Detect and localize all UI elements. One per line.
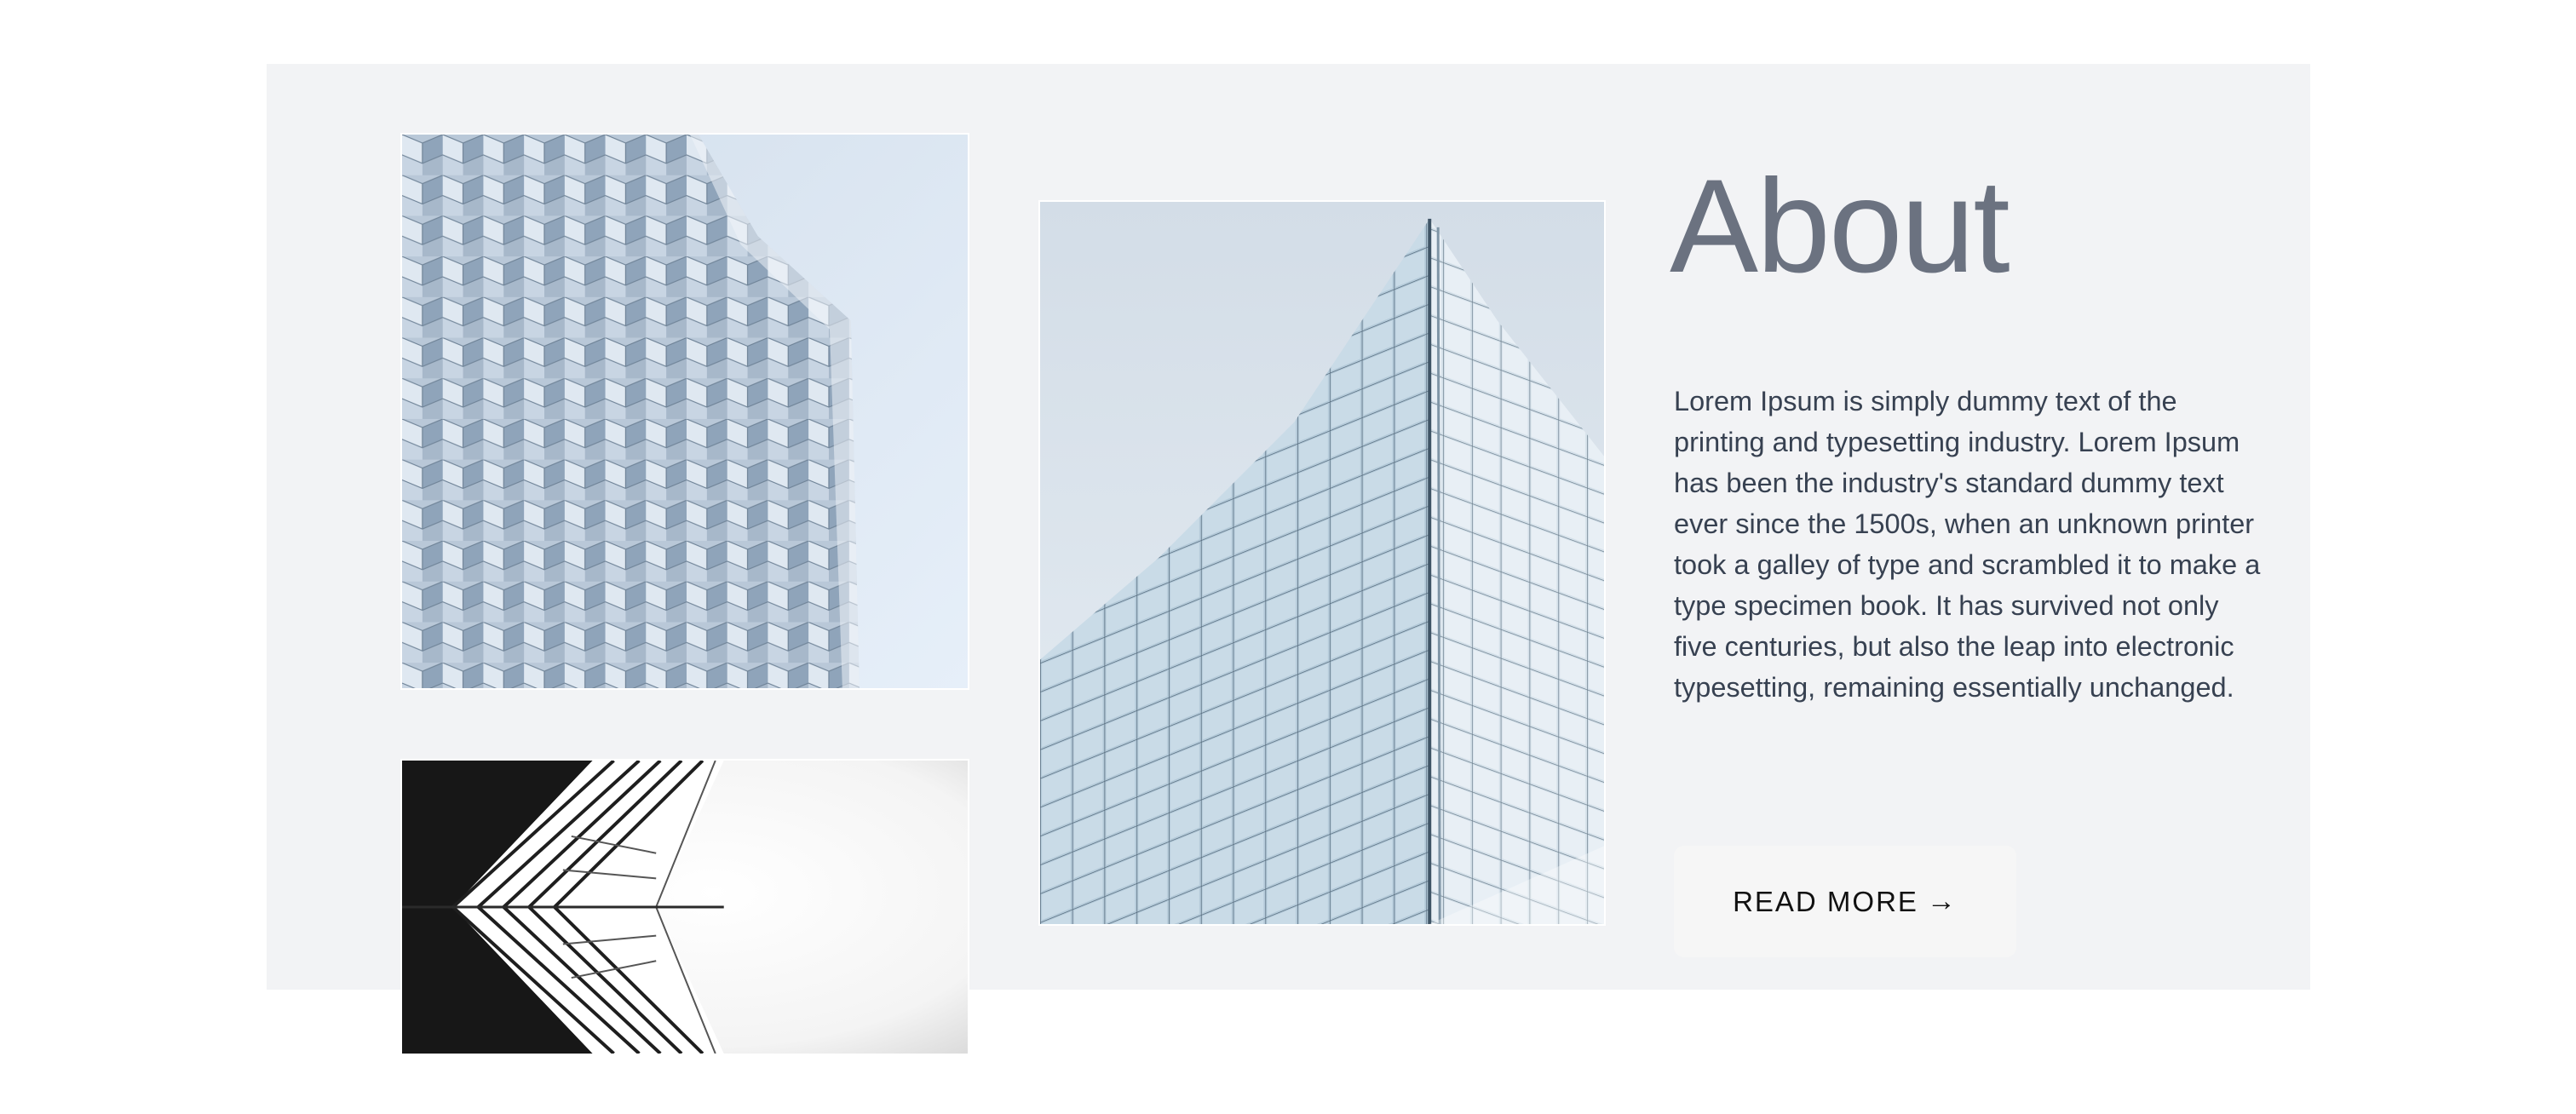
building-facade-photo-1 bbox=[400, 133, 969, 690]
about-heading: About bbox=[1670, 152, 2010, 301]
page: About Lorem Ipsum is simply dummy text o… bbox=[0, 0, 2576, 1114]
read-more-label: READ MORE bbox=[1733, 885, 1918, 917]
building-tower-photo bbox=[1038, 200, 1606, 926]
building-geometry-photo bbox=[400, 759, 969, 1055]
read-more-button[interactable]: READ MORE → bbox=[1674, 846, 2016, 957]
about-description: Lorem Ipsum is simply dummy text of the … bbox=[1674, 386, 2261, 703]
arrow-right-icon: → bbox=[1926, 885, 1958, 917]
